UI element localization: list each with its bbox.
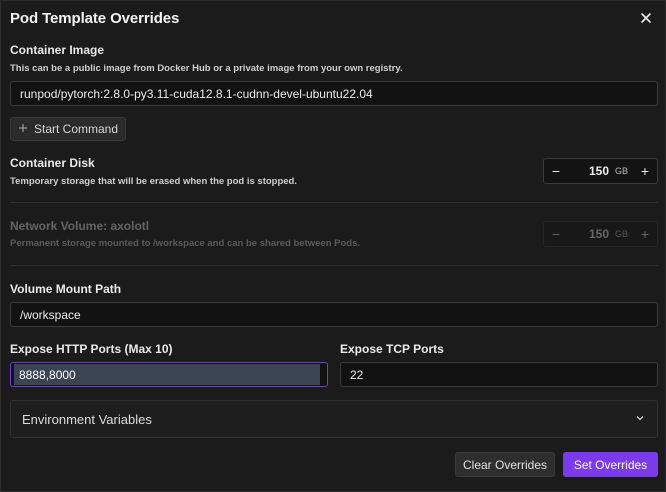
environment-variables-label: Environment Variables [22, 411, 152, 427]
divider [10, 265, 658, 266]
close-icon[interactable] [637, 9, 655, 27]
network-volume-unit: GB [615, 229, 629, 239]
chevron-down-icon [635, 410, 645, 428]
tcp-ports-label: Expose TCP Ports [340, 342, 444, 356]
container-image-label: Container Image [10, 43, 105, 57]
environment-variables-accordion[interactable]: Environment Variables [10, 400, 658, 438]
clear-overrides-button[interactable]: Clear Overrides [455, 452, 555, 477]
container-disk-unit: GB [615, 166, 629, 176]
decrement-button: − [551, 226, 561, 242]
increment-button[interactable]: + [633, 163, 657, 179]
volume-mount-input[interactable]: /workspace [10, 302, 658, 327]
plus-icon [18, 122, 28, 136]
divider [10, 202, 658, 203]
start-command-label: Start Command [34, 122, 119, 136]
container-disk-stepper[interactable]: − 150 GB + [543, 158, 658, 184]
pod-template-overrides-dialog: Pod Template Overrides Container Image T… [0, 0, 666, 492]
container-image-description: This can be a public image from Docker H… [10, 63, 403, 74]
volume-mount-value: /workspace [20, 307, 81, 322]
network-volume-stepper: − 150 GB + [543, 221, 658, 247]
decrement-button[interactable]: − [544, 163, 568, 179]
http-ports-input[interactable]: 8888,8000 [10, 362, 328, 387]
container-image-input[interactable]: runpod/pytorch:2.8.0-py3.11-cuda12.8.1-c… [10, 81, 658, 106]
volume-mount-label: Volume Mount Path [10, 282, 122, 296]
network-volume-description: Permanent storage mounted to /workspace … [10, 238, 361, 249]
dialog-title: Pod Template Overrides [10, 10, 180, 27]
tcp-ports-value: 22 [350, 367, 364, 382]
network-volume-value: 150 [588, 227, 609, 241]
container-disk-value[interactable]: 150 [568, 164, 615, 178]
set-overrides-button[interactable]: Set Overrides [563, 452, 658, 477]
container-disk-description: Temporary storage that will be erased wh… [10, 176, 297, 187]
http-ports-label: Expose HTTP Ports (Max 10) [10, 342, 173, 356]
increment-button: + [640, 226, 650, 242]
tcp-ports-input[interactable]: 22 [340, 362, 658, 387]
container-disk-label: Container Disk [10, 156, 95, 170]
container-image-value: runpod/pytorch:2.8.0-py3.11-cuda12.8.1-c… [20, 86, 373, 101]
start-command-button[interactable]: Start Command [10, 117, 126, 141]
network-volume-label: Network Volume: axolotl [10, 219, 150, 233]
http-ports-value: 8888,8000 [14, 364, 320, 385]
